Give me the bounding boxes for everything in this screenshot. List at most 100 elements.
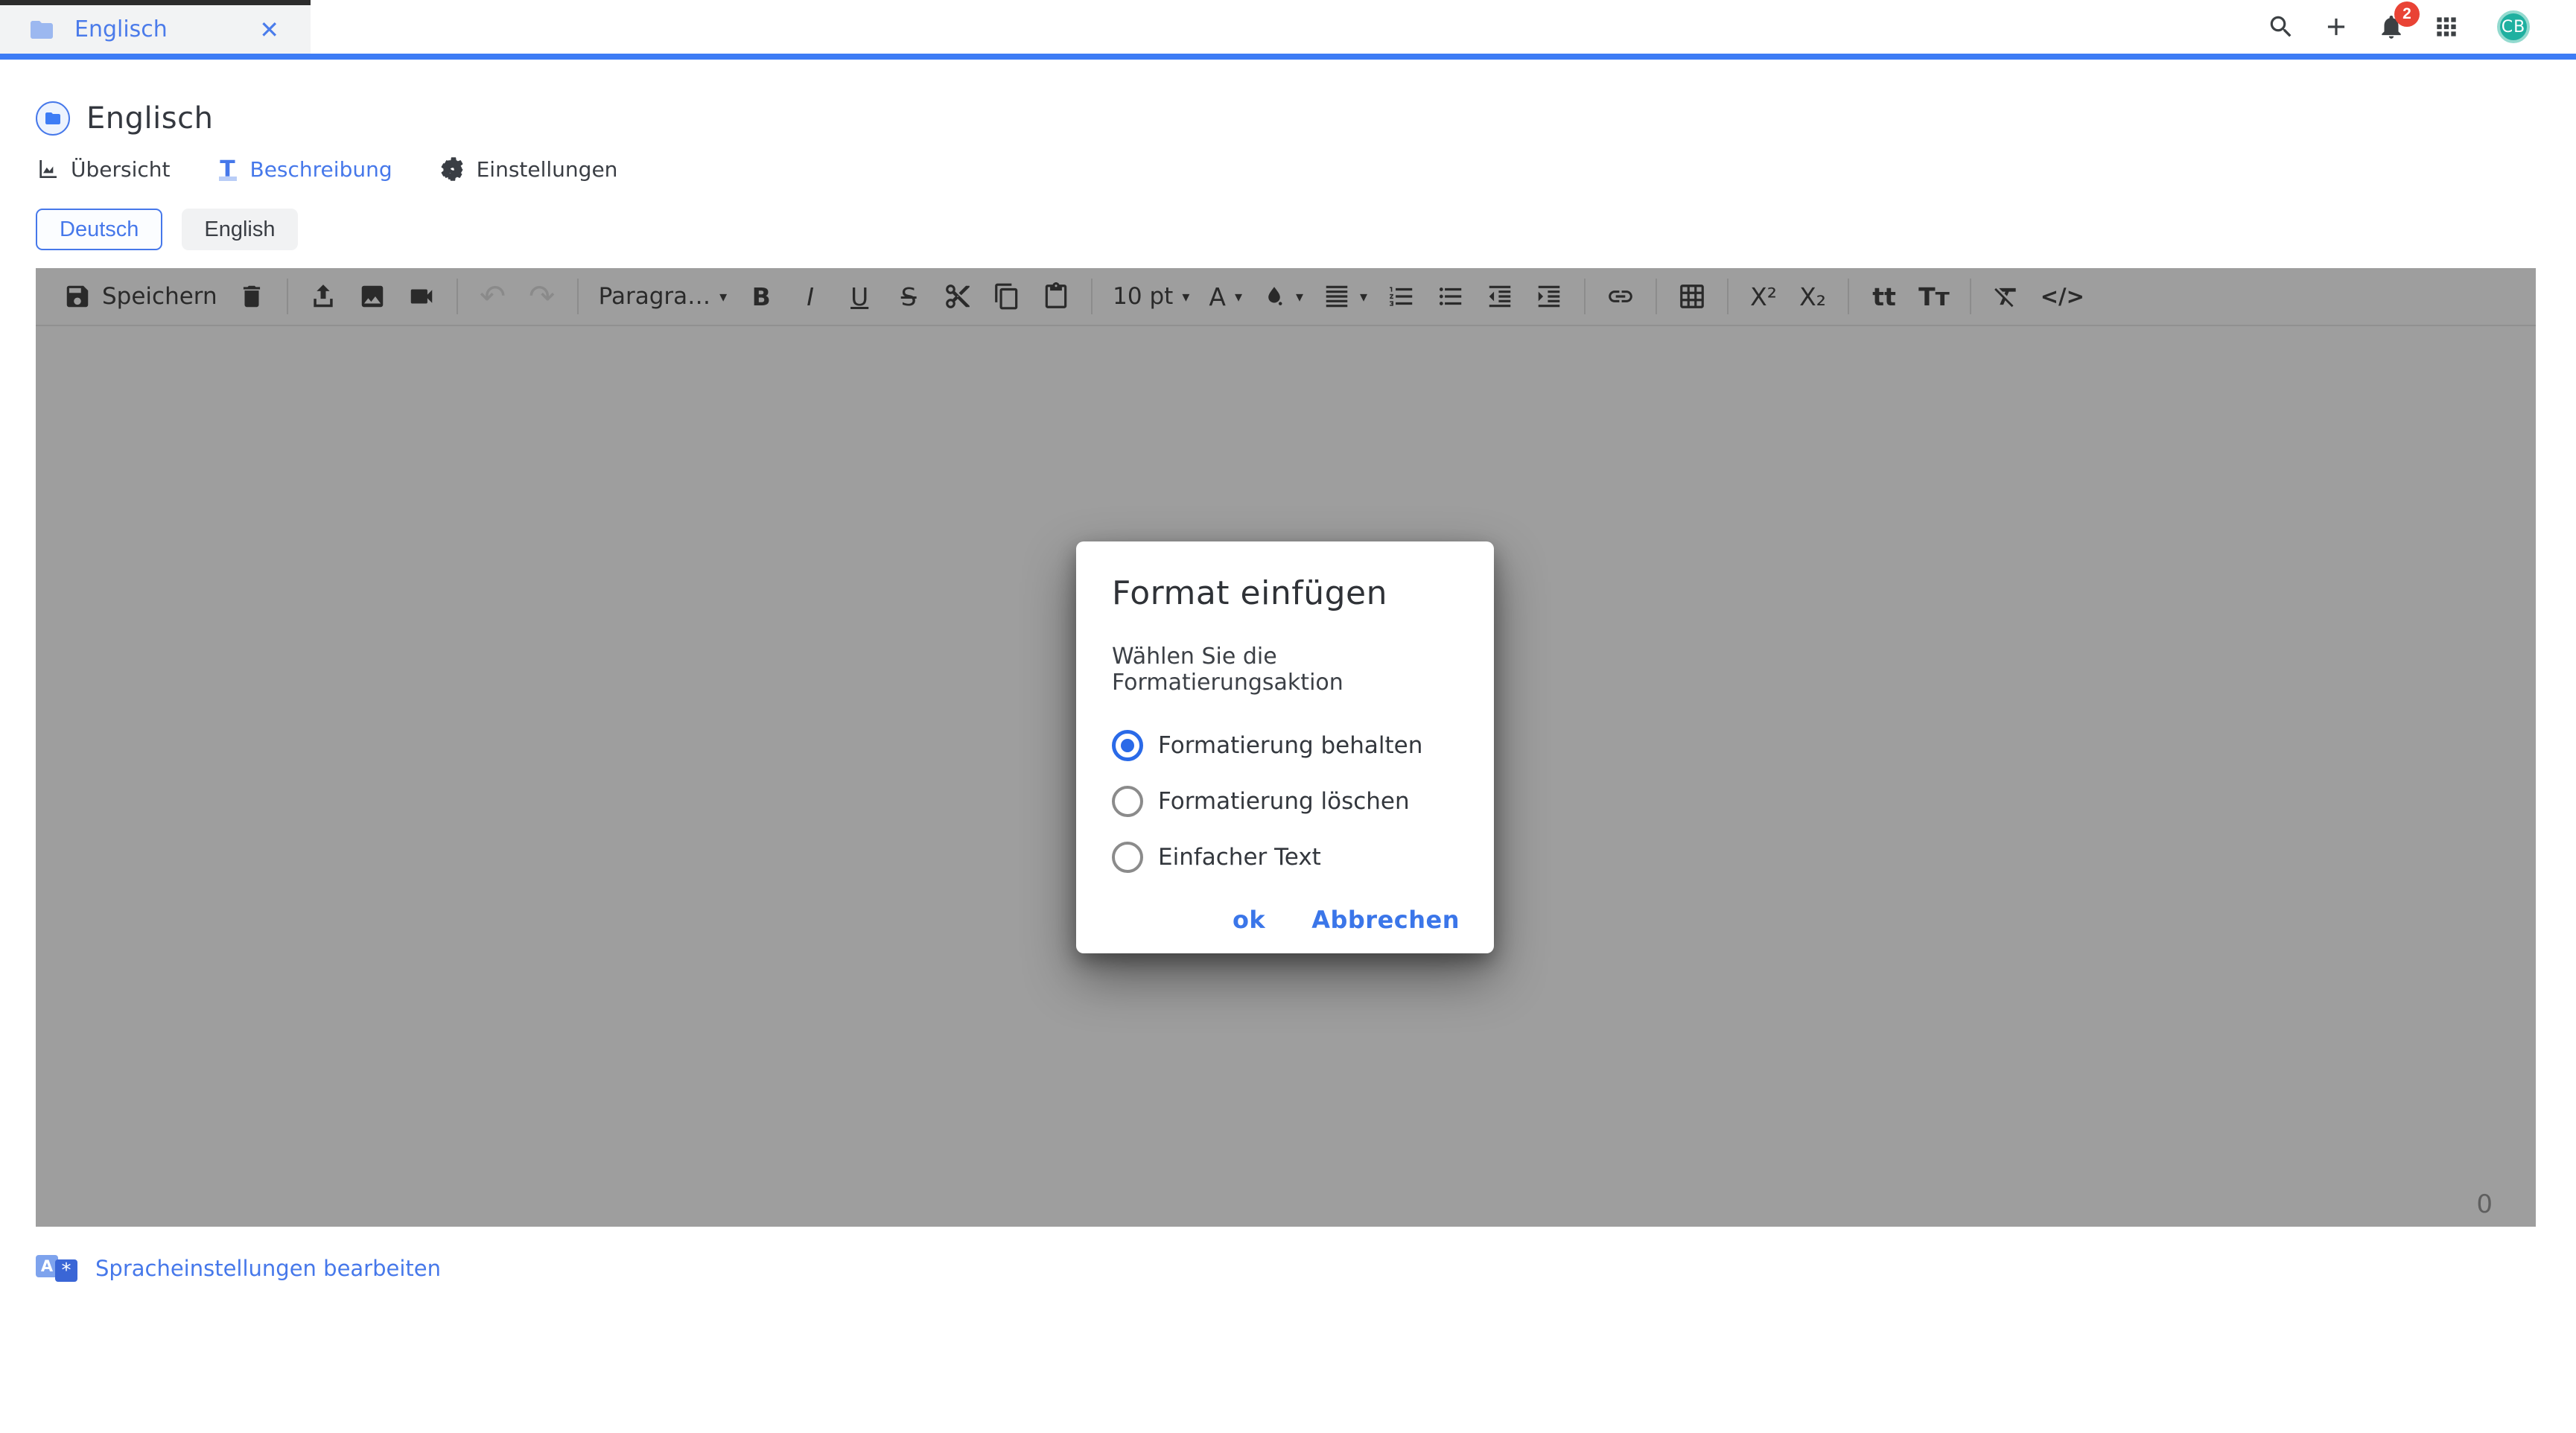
toolbar-separator	[1656, 279, 1657, 314]
topbar-accent-line	[0, 54, 2576, 60]
outdent-button[interactable]	[1485, 276, 1515, 317]
bold-button[interactable]: B	[746, 276, 776, 317]
toolbar-separator	[577, 279, 579, 314]
radio-option-keep-formatting[interactable]: Formatierung behalten	[1112, 730, 1458, 761]
translate-icon: A *	[36, 1254, 82, 1283]
superscript-icon: X²	[1750, 285, 1777, 309]
numbered-list-icon	[1387, 282, 1416, 311]
toolbar-separator	[287, 279, 288, 314]
fill-color-dropdown[interactable]: ▾	[1262, 276, 1303, 317]
chevron-down-icon: ▾	[1360, 287, 1367, 305]
ink-drop-icon	[1262, 284, 1287, 309]
save-button[interactable]: Speichern	[63, 276, 217, 317]
page-folder-badge	[36, 101, 70, 136]
radio-option-plain-text[interactable]: Einfacher Text	[1112, 842, 1458, 873]
subscript-button[interactable]: X₂	[1798, 276, 1828, 317]
upload-button[interactable]	[308, 276, 338, 317]
open-tab-englisch[interactable]: Englisch ✕	[0, 0, 311, 54]
dialog-title: Format einfügen	[1112, 574, 1458, 612]
align-dropdown[interactable]: ▾	[1323, 276, 1367, 317]
subscript-icon: X₂	[1799, 285, 1826, 309]
language-settings-link[interactable]: A * Spracheinstellungen bearbeiten	[36, 1254, 441, 1283]
radio-button-unchecked[interactable]	[1112, 786, 1143, 817]
insert-table-button[interactable]	[1677, 276, 1707, 317]
font-color-icon: A	[1209, 285, 1226, 309]
cancel-button[interactable]: Abbrechen	[1311, 906, 1460, 934]
section-tabs: Übersicht T Beschreibung Einstellungen	[36, 156, 2536, 182]
clear-format-button[interactable]	[1991, 276, 2021, 317]
insert-link-button[interactable]	[1606, 276, 1635, 317]
radio-button-unchecked[interactable]	[1112, 842, 1143, 873]
search-button[interactable]	[2265, 10, 2297, 43]
paste-button[interactable]	[1041, 276, 1071, 317]
language-settings-label: Spracheinstellungen bearbeiten	[95, 1256, 441, 1281]
font-size-dropdown[interactable]: 10 pt ▾	[1113, 276, 1189, 317]
ordered-list-button[interactable]	[1387, 276, 1416, 317]
cut-button[interactable]	[943, 276, 973, 317]
page-title: Englisch	[86, 101, 213, 136]
strikethrough-button[interactable]: S	[894, 276, 923, 317]
upload-icon	[309, 282, 337, 311]
tab-label: Übersicht	[71, 157, 171, 182]
redo-icon: ↷	[529, 281, 555, 312]
text-format-icon: T	[217, 157, 239, 181]
uppercase-icon: Tᴛ	[1918, 285, 1950, 309]
radio-option-clear-formatting[interactable]: Formatierung löschen	[1112, 786, 1458, 817]
add-button[interactable]	[2320, 10, 2353, 43]
clear-format-icon	[1992, 282, 2020, 311]
folder-icon	[28, 16, 55, 43]
language-button-english[interactable]: English	[182, 209, 297, 250]
toolbar-separator	[1584, 279, 1586, 314]
tab-beschreibung[interactable]: T Beschreibung	[217, 157, 392, 182]
scissors-icon	[944, 282, 972, 311]
paragraph-format-dropdown[interactable]: Paragra… ▾	[599, 276, 728, 317]
lowercase-button[interactable]: tt	[1869, 276, 1899, 317]
notifications-button[interactable]: 2	[2375, 10, 2408, 43]
tab-label: Beschreibung	[250, 157, 392, 182]
indent-button[interactable]	[1534, 276, 1564, 317]
bullet-list-icon	[1437, 282, 1465, 311]
radio-label: Formatierung löschen	[1158, 788, 1410, 815]
insert-video-button[interactable]	[407, 276, 436, 317]
search-icon	[2267, 13, 2295, 41]
tab-close-icon[interactable]: ✕	[256, 15, 282, 45]
table-icon	[1678, 282, 1706, 311]
tab-label: Einstellungen	[477, 157, 618, 182]
insert-image-button[interactable]	[357, 276, 387, 317]
uppercase-button[interactable]: Tᴛ	[1918, 276, 1950, 317]
code-view-button[interactable]: </>	[2041, 276, 2084, 317]
redo-button[interactable]: ↷	[527, 276, 557, 317]
chevron-down-icon: ▾	[1296, 287, 1303, 305]
top-bar: Englisch ✕ 2 CB	[0, 0, 2576, 54]
underline-button[interactable]: U	[845, 276, 874, 317]
chart-icon	[36, 157, 60, 181]
indent-decrease-icon	[1486, 282, 1514, 311]
paragraph-format-value: Paragra…	[599, 283, 710, 310]
apps-grid-button[interactable]	[2430, 10, 2463, 43]
chevron-down-icon: ▾	[1235, 287, 1242, 305]
chevron-down-icon: ▾	[1182, 287, 1189, 305]
italic-icon: I	[807, 285, 814, 309]
undo-button[interactable]: ↶	[478, 276, 508, 317]
italic-button[interactable]: I	[795, 276, 825, 317]
font-size-value: 10 pt	[1113, 283, 1173, 310]
copy-button[interactable]	[992, 276, 1022, 317]
clipboard-icon	[1042, 282, 1070, 311]
bullet-list-button[interactable]	[1436, 276, 1466, 317]
dialog-radio-group: Formatierung behalten Formatierung lösch…	[1112, 730, 1458, 873]
save-icon	[63, 282, 92, 311]
tab-einstellungen[interactable]: Einstellungen	[439, 156, 618, 182]
user-avatar[interactable]: CB	[2497, 10, 2530, 43]
notification-badge: 2	[2394, 1, 2420, 27]
font-color-dropdown[interactable]: A ▾	[1209, 276, 1242, 317]
radio-button-checked[interactable]	[1112, 730, 1143, 761]
toolbar-separator	[1970, 279, 1971, 314]
delete-button[interactable]	[237, 276, 267, 317]
tab-uebersicht[interactable]: Übersicht	[36, 157, 171, 182]
toolbar-separator	[1091, 279, 1093, 314]
link-icon	[1606, 282, 1635, 311]
toolbar-separator	[457, 279, 458, 314]
ok-button[interactable]: ok	[1233, 906, 1265, 934]
language-button-deutsch[interactable]: Deutsch	[36, 209, 162, 250]
superscript-button[interactable]: X²	[1749, 276, 1778, 317]
